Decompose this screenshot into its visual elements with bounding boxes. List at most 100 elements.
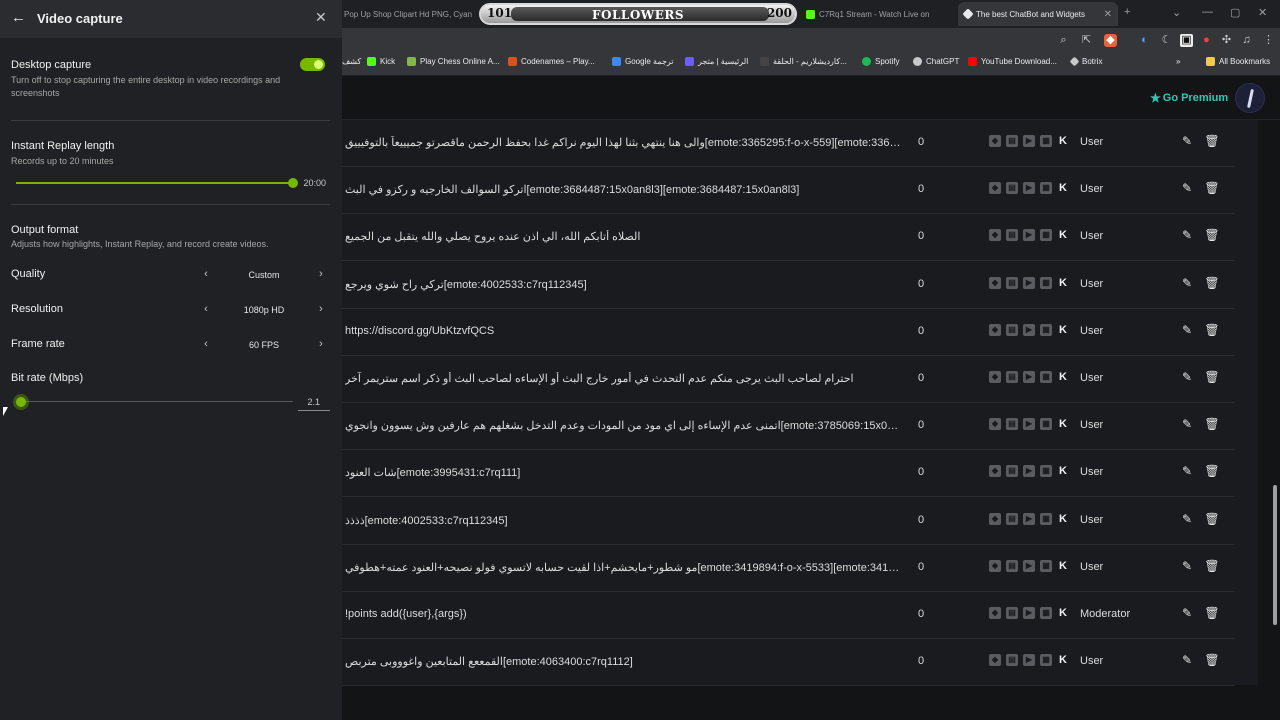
kick-icon: K bbox=[1059, 229, 1067, 242]
delete-trash-icon[interactable]: 🗑 bbox=[1204, 227, 1220, 243]
trovo-icon: ▦ bbox=[1040, 323, 1052, 336]
edit-pencil-icon[interactable]: ✎ bbox=[1179, 605, 1195, 621]
browser-tab[interactable]: Pop Up Shop Clipart Hd PNG, Cyan bbox=[344, 4, 474, 24]
tab-title: The best ChatBot and Widgets bbox=[976, 9, 1085, 19]
resolution-next-chevron-icon[interactable]: › bbox=[315, 303, 327, 315]
all-bookmarks[interactable]: All Bookmarks bbox=[1206, 57, 1270, 66]
bookmark-item[interactable]: الرئيسية | متجر bbox=[685, 57, 748, 66]
delete-trash-icon[interactable]: 🗑 bbox=[1204, 416, 1220, 432]
usage-count: 0 bbox=[918, 372, 925, 384]
youtube-icon: ▶ bbox=[1023, 559, 1035, 572]
edit-pencil-icon[interactable]: ✎ bbox=[1179, 322, 1195, 338]
frame-rate-next-chevron-icon[interactable]: › bbox=[315, 338, 327, 350]
share-icon[interactable]: ⇱ bbox=[1080, 34, 1093, 47]
delete-trash-icon[interactable]: 🗑 bbox=[1204, 605, 1220, 621]
zoom-icon[interactable]: ⌕ bbox=[1057, 34, 1070, 47]
minimize-icon[interactable]: — bbox=[1202, 6, 1213, 18]
edit-pencil-icon[interactable]: ✎ bbox=[1179, 463, 1195, 479]
delete-trash-icon[interactable]: 🗑 bbox=[1204, 322, 1220, 338]
bit-rate-slider-track[interactable] bbox=[16, 401, 293, 402]
extension-icon[interactable]: ● bbox=[1200, 34, 1213, 47]
edit-pencil-icon[interactable]: ✎ bbox=[1179, 227, 1195, 243]
usage-count: 0 bbox=[918, 419, 925, 432]
delete-trash-icon[interactable]: 🗑 bbox=[1204, 369, 1220, 385]
trovo-icon: ▦ bbox=[1040, 276, 1052, 289]
desktop-capture-toggle[interactable] bbox=[300, 58, 325, 71]
panel-header: ← Video capture ✕ bbox=[0, 0, 342, 38]
bit-rate-value[interactable]: 2.1 bbox=[296, 397, 320, 407]
kick-icon: K bbox=[1059, 135, 1067, 147]
avatar[interactable] bbox=[1235, 83, 1265, 113]
close-icon[interactable]: ✕ bbox=[315, 9, 327, 26]
bookmark-item[interactable]: Kick bbox=[367, 57, 395, 66]
delete-trash-icon[interactable]: 🗑 bbox=[1204, 511, 1220, 527]
tab-search-icon[interactable]: ⌄ bbox=[1172, 6, 1181, 19]
bookmark-item[interactable]: Google ترجمة bbox=[612, 57, 674, 66]
twitch-icon: ▤ bbox=[1006, 607, 1018, 619]
twitch-icon: ▤ bbox=[1006, 229, 1018, 242]
page-scrollbar[interactable] bbox=[1273, 485, 1277, 625]
maximize-icon[interactable]: ▢ bbox=[1230, 6, 1240, 19]
kick-icon: K bbox=[1059, 371, 1067, 383]
panel-title: Video capture bbox=[37, 11, 123, 26]
edit-pencil-icon[interactable]: ✎ bbox=[1179, 511, 1195, 527]
bookmark-item[interactable]: كارديشلاريم - الحلقة... bbox=[760, 57, 847, 66]
bookmark-item[interactable]: Spotify bbox=[862, 57, 899, 66]
bookmark-item[interactable]: YouTube Download... bbox=[968, 57, 1057, 66]
usage-count: 0 bbox=[918, 183, 925, 196]
go-premium-button[interactable]: ★ Go Premium bbox=[1150, 91, 1228, 105]
brave-shield-icon[interactable]: ◆ bbox=[1104, 34, 1117, 47]
extensions-puzzle-icon[interactable]: ✣ bbox=[1220, 34, 1233, 47]
browser-tab-kick[interactable]: C7Rq1 Stream - Watch Live on bbox=[806, 4, 948, 24]
edit-pencil-icon[interactable]: ✎ bbox=[1179, 180, 1195, 196]
delete-trash-icon[interactable]: 🗑 bbox=[1204, 652, 1220, 668]
resolution-previous-chevron-icon[interactable]: ‹ bbox=[200, 303, 212, 315]
kick-icon: K bbox=[1059, 654, 1067, 667]
delete-trash-icon[interactable]: 🗑 bbox=[1204, 558, 1220, 574]
delete-trash-icon[interactable]: 🗑 bbox=[1204, 275, 1220, 291]
bookmark-item[interactable]: Botrix bbox=[1069, 56, 1102, 67]
close-window-icon[interactable]: ✕ bbox=[1258, 6, 1267, 19]
platform-icons: ◆ ▤ ▶ ▦ K bbox=[989, 323, 1069, 336]
youtube-icon: ▶ bbox=[1023, 607, 1035, 619]
edit-pencil-icon[interactable]: ✎ bbox=[1179, 416, 1195, 432]
table-row: احترام لصاحب البث يرجى منكم عدم التحدث ف… bbox=[330, 356, 1235, 403]
edit-pencil-icon[interactable]: ✎ bbox=[1179, 652, 1195, 668]
desktop-capture-title: Desktop capture bbox=[11, 59, 92, 71]
bit-rate-slider-handle[interactable] bbox=[16, 397, 26, 407]
folder-icon bbox=[1206, 57, 1215, 66]
quality-value: Custom bbox=[248, 270, 280, 280]
delete-trash-icon[interactable]: 🗑 bbox=[1204, 133, 1220, 149]
edit-pencil-icon[interactable]: ✎ bbox=[1179, 275, 1195, 291]
close-tab-icon[interactable]: ✕ bbox=[1104, 9, 1112, 20]
delete-trash-icon[interactable]: 🗑 bbox=[1204, 180, 1220, 196]
extension-icon[interactable]: ▣ bbox=[1180, 34, 1193, 47]
platform-icons: ◆ ▤ ▶ ▦ K bbox=[989, 654, 1069, 667]
platform-icons: ◆ ▤ ▶ ▦ K bbox=[989, 607, 1069, 619]
bookmark-item[interactable]: Codenames – Play... bbox=[508, 57, 595, 66]
quality-previous-chevron-icon[interactable]: ‹ bbox=[200, 268, 212, 280]
kick-icon: K bbox=[1059, 465, 1067, 478]
kick-icon: K bbox=[1059, 323, 1067, 336]
instant-replay-slider-track[interactable] bbox=[16, 182, 293, 184]
bookmark-item[interactable]: كشف bbox=[342, 57, 361, 66]
more-bookmarks-icon[interactable]: » bbox=[1176, 57, 1180, 66]
delete-trash-icon[interactable]: 🗑 bbox=[1204, 463, 1220, 479]
bookmark-item[interactable]: ChatGPT bbox=[913, 57, 959, 66]
quality-next-chevron-icon[interactable]: › bbox=[315, 268, 327, 280]
edit-pencil-icon[interactable]: ✎ bbox=[1179, 133, 1195, 149]
menu-icon[interactable]: ⋮ bbox=[1262, 34, 1275, 47]
media-icon[interactable]: ♫ bbox=[1240, 34, 1253, 47]
instant-replay-value[interactable]: 20:00 bbox=[296, 178, 326, 188]
browser-tab-active[interactable]: The best ChatBot and Widgets ✕ bbox=[958, 2, 1118, 26]
edit-pencil-icon[interactable]: ✎ bbox=[1179, 369, 1195, 385]
frame-rate-previous-chevron-icon[interactable]: ‹ bbox=[200, 338, 212, 350]
bookmark-item[interactable]: Play Chess Online A... bbox=[407, 57, 500, 66]
extension-icon[interactable]: ◐ bbox=[1138, 34, 1151, 47]
back-arrow-icon[interactable]: ← bbox=[11, 9, 27, 27]
new-tab-button[interactable]: + bbox=[1124, 6, 1130, 18]
twitch-icon: ▤ bbox=[1006, 465, 1018, 478]
extension-icon[interactable]: ☾ bbox=[1160, 34, 1173, 47]
edit-pencil-icon[interactable]: ✎ bbox=[1179, 558, 1195, 574]
kick-icon: K bbox=[1059, 418, 1067, 431]
